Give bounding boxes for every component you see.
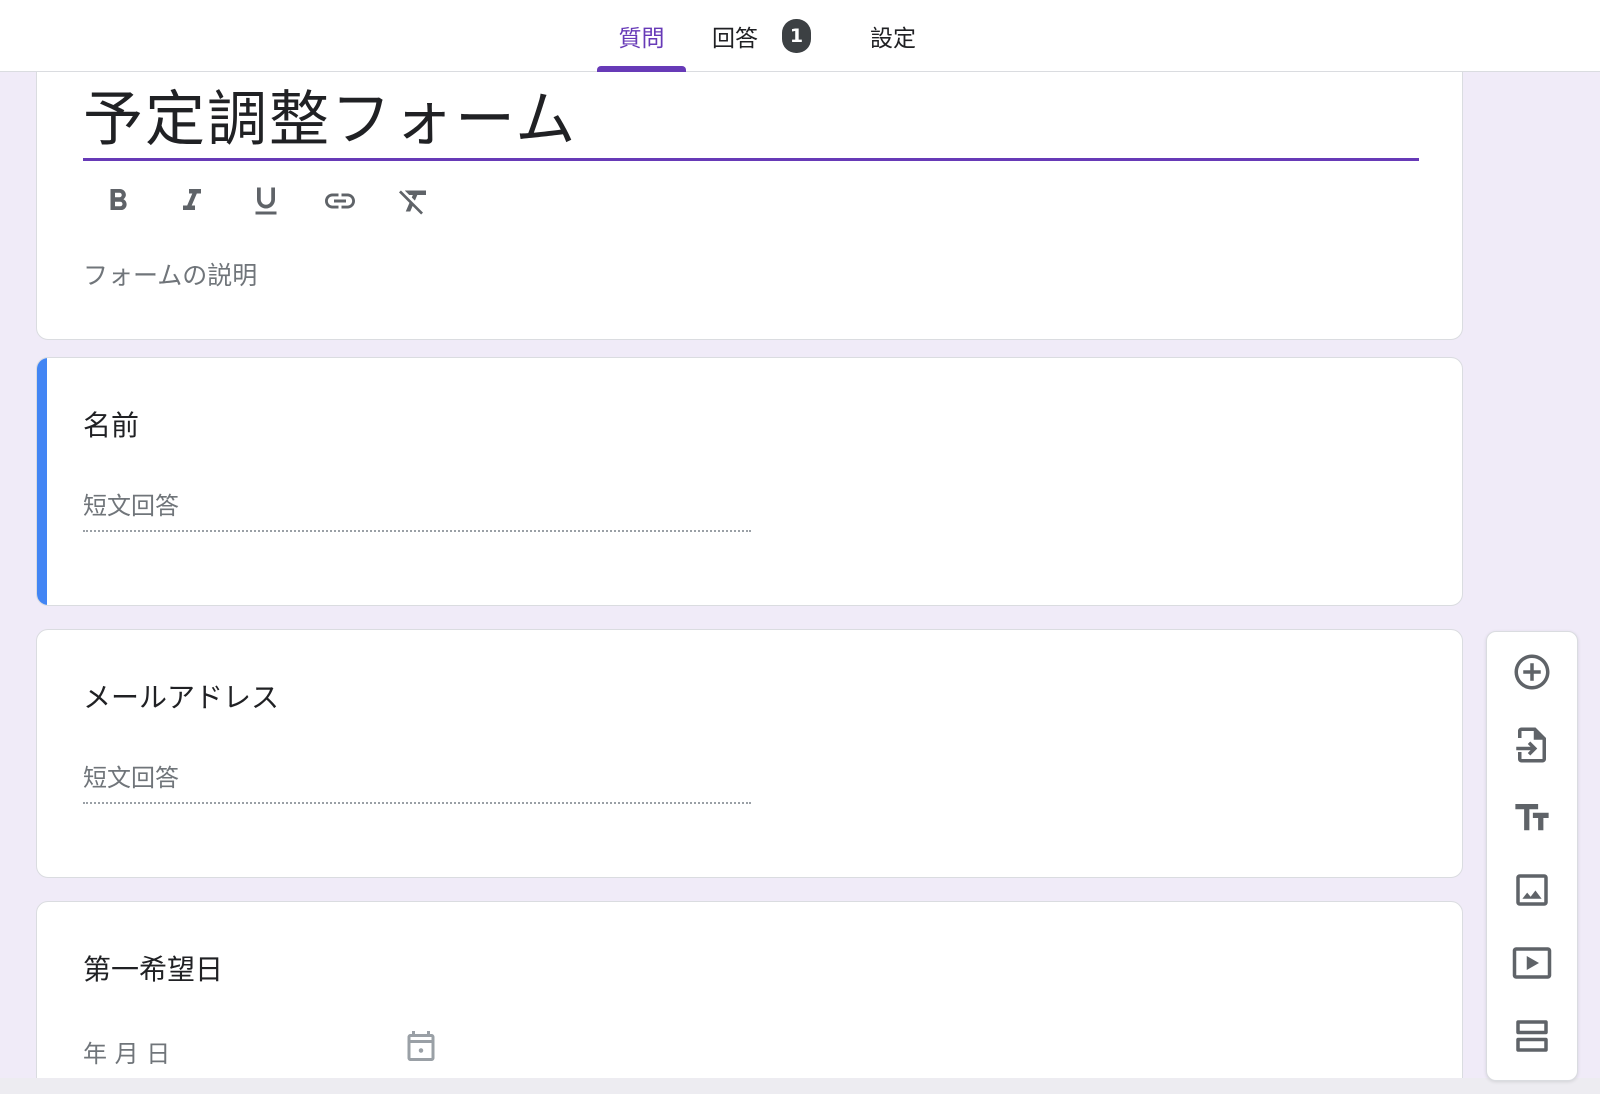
add-question-button[interactable] bbox=[1505, 645, 1559, 699]
import-questions-button[interactable] bbox=[1505, 718, 1559, 772]
tab-questions-label: 質問 bbox=[618, 26, 665, 52]
active-tab-indicator bbox=[597, 66, 686, 72]
top-bar: 質問 回答 1 設定 bbox=[0, 0, 1600, 72]
form-title-card: 予定調整フォーム フォームの説明 bbox=[36, 40, 1463, 340]
link-icon bbox=[325, 193, 355, 209]
add-image-button[interactable] bbox=[1505, 863, 1559, 917]
question-card-first-choice-date[interactable]: 第一希望日 年 月 日 bbox=[36, 901, 1463, 1094]
add-title-icon bbox=[1515, 804, 1549, 831]
short-answer-field: 短文回答 bbox=[83, 482, 751, 532]
tab-settings[interactable]: 設定 bbox=[853, 0, 933, 72]
question-title: 名前 bbox=[83, 409, 140, 442]
calendar-icon bbox=[407, 1031, 435, 1061]
question-side-toolbar bbox=[1486, 631, 1578, 1081]
clear-format-icon bbox=[399, 190, 426, 215]
forms-editor-page: 質問 回答 1 設定 予定調整フォーム フォームの説明 名前 短文回答 メールア… bbox=[0, 0, 1600, 1094]
add-section-icon bbox=[1516, 1020, 1548, 1052]
title-focus-underline bbox=[83, 158, 1419, 161]
tab-questions[interactable]: 質問 bbox=[597, 0, 686, 72]
add-title-button[interactable] bbox=[1505, 791, 1559, 845]
underline-icon bbox=[255, 187, 277, 215]
add-question-icon bbox=[1514, 654, 1550, 690]
question-card-email[interactable]: メールアドレス 短文回答 bbox=[36, 629, 1463, 878]
response-count-badge: 1 bbox=[782, 19, 811, 53]
underline-button[interactable] bbox=[241, 176, 291, 226]
date-field: 年 月 日 bbox=[83, 1040, 171, 1068]
text-format-toolbar bbox=[93, 176, 439, 226]
tab-responses[interactable]: 回答 1 bbox=[712, 0, 818, 72]
clear-format-button[interactable] bbox=[389, 176, 439, 226]
question-title: 第一希望日 bbox=[83, 953, 224, 986]
bottom-edge bbox=[0, 1078, 1600, 1094]
form-description-input[interactable]: フォームの説明 bbox=[83, 256, 257, 292]
add-section-button[interactable] bbox=[1505, 1009, 1559, 1063]
add-image-icon bbox=[1516, 874, 1548, 906]
short-answer-field: 短文回答 bbox=[83, 754, 751, 804]
bold-button[interactable] bbox=[93, 176, 143, 226]
italic-button[interactable] bbox=[167, 176, 217, 226]
question-title: メールアドレス bbox=[83, 681, 280, 714]
form-title-input[interactable]: 予定調整フォーム bbox=[83, 71, 577, 158]
tab-settings-label: 設定 bbox=[870, 26, 916, 52]
tab-responses-label: 回答 bbox=[712, 26, 758, 52]
add-video-icon bbox=[1512, 947, 1552, 979]
link-button[interactable] bbox=[315, 176, 365, 226]
question-card-name[interactable]: 名前 短文回答 bbox=[36, 357, 1463, 606]
italic-icon bbox=[183, 189, 201, 210]
bold-icon bbox=[110, 189, 127, 210]
add-video-button[interactable] bbox=[1505, 936, 1559, 990]
import-questions-icon bbox=[1516, 727, 1546, 763]
